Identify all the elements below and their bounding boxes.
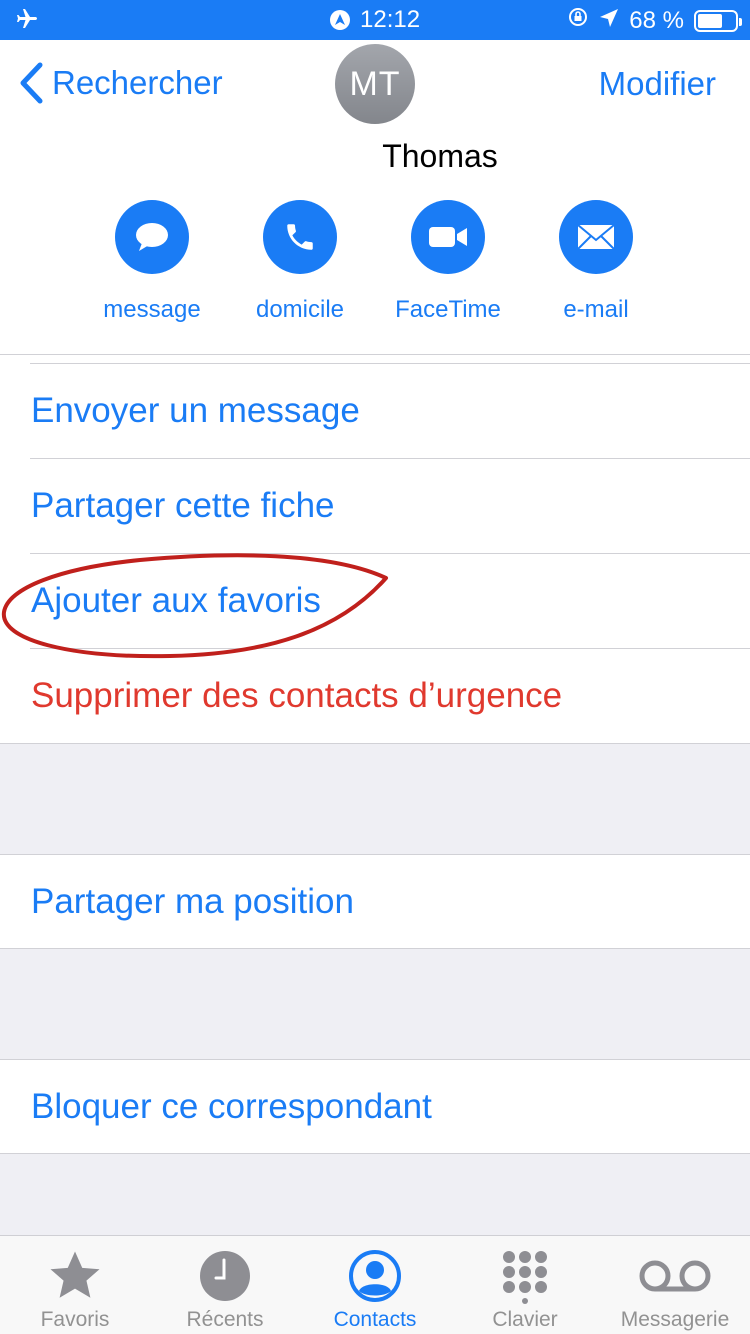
tab-recents[interactable]: Récents bbox=[150, 1246, 300, 1332]
call-home-action-label: domicile bbox=[255, 296, 345, 323]
contacts-icon bbox=[300, 1246, 450, 1306]
clock-icon bbox=[150, 1246, 300, 1306]
tab-keypad-label: Clavier bbox=[492, 1308, 558, 1331]
rotation-lock-icon bbox=[567, 6, 589, 35]
star-icon bbox=[0, 1246, 150, 1306]
status-bar: 12:12 68 % bbox=[0, 0, 750, 40]
facetime-action-label: FaceTime bbox=[395, 296, 501, 323]
tab-favorites-label: Favoris bbox=[40, 1308, 110, 1331]
call-home-action-button[interactable]: domicile bbox=[230, 200, 370, 324]
tab-keypad[interactable]: Clavier bbox=[450, 1246, 600, 1332]
battery-percent: 68 % bbox=[629, 6, 684, 34]
location-badge-icon bbox=[330, 10, 350, 30]
tab-bar: Favoris Récents Contacts Clavier Message… bbox=[0, 1235, 750, 1334]
section-gap bbox=[0, 744, 750, 854]
email-action-button[interactable]: e-mail bbox=[526, 200, 666, 324]
chevron-left-icon bbox=[20, 62, 43, 104]
phone-icon bbox=[263, 200, 337, 274]
quick-actions: message domicile FaceTime e-mail bbox=[0, 200, 750, 330]
tab-voicemail-label: Messagerie bbox=[620, 1308, 730, 1331]
voicemail-icon bbox=[600, 1246, 750, 1306]
message-bubble-icon bbox=[115, 200, 189, 274]
back-label: Rechercher bbox=[52, 64, 223, 101]
tab-recents-label: Récents bbox=[186, 1308, 264, 1331]
tab-favorites[interactable]: Favoris bbox=[0, 1246, 150, 1332]
location-arrow-icon bbox=[599, 7, 619, 35]
share-location-row[interactable]: Partager ma position bbox=[0, 855, 750, 949]
contact-name: Thomas bbox=[382, 138, 498, 174]
share-card-row[interactable]: Partager cette fiche bbox=[0, 459, 750, 553]
message-action-label: message bbox=[103, 296, 201, 323]
section-gap bbox=[0, 949, 750, 1059]
block-caller-row[interactable]: Bloquer ce correspondant bbox=[0, 1060, 750, 1154]
airplane-icon bbox=[14, 7, 40, 38]
video-camera-icon bbox=[411, 200, 485, 274]
battery-icon bbox=[694, 9, 742, 32]
send-message-row[interactable]: Envoyer un message bbox=[0, 364, 750, 458]
back-button[interactable]: Rechercher bbox=[18, 62, 223, 104]
tab-voicemail[interactable]: Messagerie bbox=[600, 1246, 750, 1332]
facetime-action-button[interactable]: FaceTime bbox=[378, 200, 518, 324]
tab-contacts-label: Contacts bbox=[333, 1308, 417, 1331]
keypad-icon bbox=[450, 1246, 600, 1306]
divider bbox=[0, 354, 750, 355]
message-action-button[interactable]: message bbox=[82, 200, 222, 324]
clock-time: 12:12 bbox=[360, 6, 421, 33]
avatar: MT bbox=[335, 44, 415, 124]
add-to-favorites-row[interactable]: Ajouter aux favoris bbox=[0, 554, 750, 648]
email-action-label: e-mail bbox=[563, 296, 629, 323]
battery-fill bbox=[698, 13, 722, 28]
edit-button[interactable]: Modifier bbox=[599, 65, 716, 103]
envelope-icon bbox=[559, 200, 633, 274]
remove-emergency-contact-row[interactable]: Supprimer des contacts d’urgence bbox=[0, 649, 750, 743]
tab-contacts[interactable]: Contacts bbox=[300, 1246, 450, 1332]
section-gap bbox=[0, 1154, 750, 1235]
